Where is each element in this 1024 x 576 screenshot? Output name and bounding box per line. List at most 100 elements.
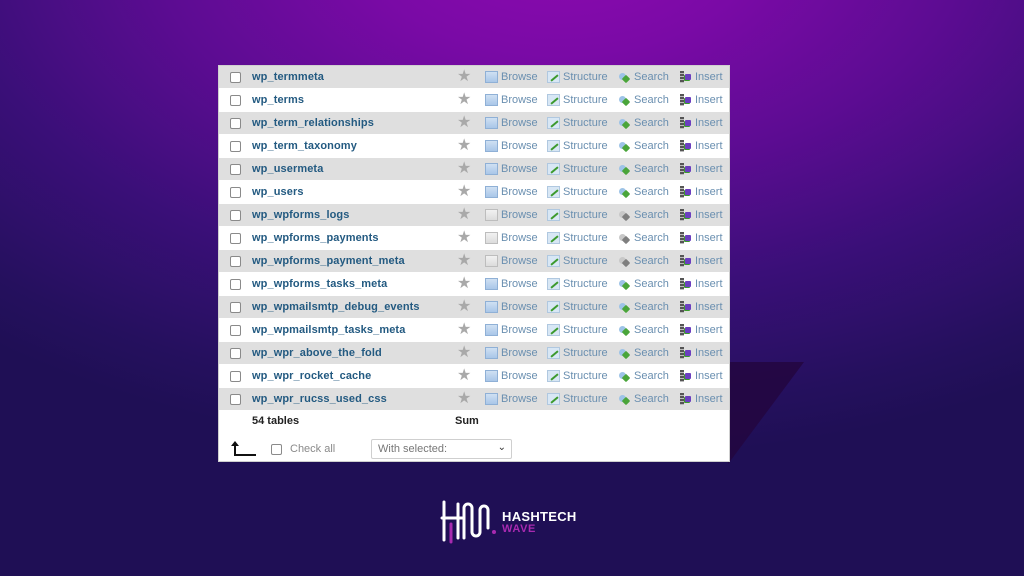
insert-link[interactable]: Insert xyxy=(679,209,723,221)
structure-link[interactable]: Structure xyxy=(547,278,608,290)
row-checkbox[interactable] xyxy=(230,164,241,175)
insert-link[interactable]: Insert xyxy=(679,232,723,244)
browse-link[interactable]: Browse xyxy=(485,140,538,152)
search-link[interactable]: Search xyxy=(618,393,669,405)
table-name-link[interactable]: wp_term_relationships xyxy=(252,117,374,129)
check-all-label[interactable]: Check all xyxy=(290,443,335,455)
star-icon[interactable]: ★ xyxy=(457,322,471,338)
star-icon[interactable]: ★ xyxy=(457,276,471,292)
structure-link[interactable]: Structure xyxy=(547,324,608,336)
star-icon[interactable]: ★ xyxy=(457,138,471,154)
browse-link[interactable]: Browse xyxy=(485,209,538,221)
table-name-link[interactable]: wp_wpmailsmtp_debug_events xyxy=(252,301,420,313)
browse-link[interactable]: Browse xyxy=(485,370,538,382)
structure-link[interactable]: Structure xyxy=(547,186,608,198)
star-icon[interactable]: ★ xyxy=(457,115,471,131)
insert-link[interactable]: Insert xyxy=(679,186,723,198)
row-checkbox[interactable] xyxy=(230,187,241,198)
structure-link[interactable]: Structure xyxy=(547,301,608,313)
structure-link[interactable]: Structure xyxy=(547,255,608,267)
row-checkbox[interactable] xyxy=(230,371,241,382)
insert-link[interactable]: Insert xyxy=(679,94,723,106)
structure-link[interactable]: Structure xyxy=(547,393,608,405)
star-icon[interactable]: ★ xyxy=(457,161,471,177)
structure-link[interactable]: Structure xyxy=(547,209,608,221)
star-icon[interactable]: ★ xyxy=(457,184,471,200)
insert-link[interactable]: Insert xyxy=(679,117,723,129)
row-checkbox[interactable] xyxy=(230,256,241,267)
browse-link[interactable]: Browse xyxy=(485,71,538,83)
insert-link[interactable]: Insert xyxy=(679,140,723,152)
browse-link[interactable]: Browse xyxy=(485,347,538,359)
insert-link[interactable]: Insert xyxy=(679,255,723,267)
table-name-link[interactable]: wp_wpforms_logs xyxy=(252,209,349,221)
search-link[interactable]: Search xyxy=(618,278,669,290)
table-name-link[interactable]: wp_usermeta xyxy=(252,163,323,175)
search-link[interactable]: Search xyxy=(618,94,669,106)
insert-link[interactable]: Insert xyxy=(679,324,723,336)
browse-link[interactable]: Browse xyxy=(485,324,538,336)
search-link[interactable]: Search xyxy=(618,347,669,359)
search-link[interactable]: Search xyxy=(618,117,669,129)
row-checkbox[interactable] xyxy=(230,279,241,290)
star-icon[interactable]: ★ xyxy=(457,299,471,315)
row-checkbox[interactable] xyxy=(230,348,241,359)
table-name-link[interactable]: wp_term_taxonomy xyxy=(252,140,357,152)
browse-link[interactable]: Browse xyxy=(485,393,538,405)
insert-link[interactable]: Insert xyxy=(679,301,723,313)
insert-link[interactable]: Insert xyxy=(679,370,723,382)
table-name-link[interactable]: wp_wpr_rucss_used_css xyxy=(252,393,387,405)
row-checkbox[interactable] xyxy=(230,141,241,152)
row-checkbox[interactable] xyxy=(230,72,241,83)
browse-link[interactable]: Browse xyxy=(485,163,538,175)
insert-link[interactable]: Insert xyxy=(679,278,723,290)
search-link[interactable]: Search xyxy=(618,324,669,336)
search-link[interactable]: Search xyxy=(618,301,669,313)
browse-link[interactable]: Browse xyxy=(485,278,538,290)
search-link[interactable]: Search xyxy=(618,232,669,244)
search-link[interactable]: Search xyxy=(618,140,669,152)
star-icon[interactable]: ★ xyxy=(457,391,471,407)
star-icon[interactable]: ★ xyxy=(457,253,471,269)
table-name-link[interactable]: wp_wpforms_payments xyxy=(252,232,379,244)
table-name-link[interactable]: wp_wpforms_payment_meta xyxy=(252,255,405,267)
star-icon[interactable]: ★ xyxy=(457,207,471,223)
row-checkbox[interactable] xyxy=(230,325,241,336)
structure-link[interactable]: Structure xyxy=(547,71,608,83)
table-name-link[interactable]: wp_termmeta xyxy=(252,71,324,83)
search-link[interactable]: Search xyxy=(618,370,669,382)
table-name-link[interactable]: wp_wpr_above_the_fold xyxy=(252,347,382,359)
star-icon[interactable]: ★ xyxy=(457,92,471,108)
browse-link[interactable]: Browse xyxy=(485,186,538,198)
search-link[interactable]: Search xyxy=(618,163,669,175)
table-name-link[interactable]: wp_wpforms_tasks_meta xyxy=(252,278,387,290)
browse-link[interactable]: Browse xyxy=(485,94,538,106)
row-checkbox[interactable] xyxy=(230,302,241,313)
search-link[interactable]: Search xyxy=(618,255,669,267)
structure-link[interactable]: Structure xyxy=(547,370,608,382)
structure-link[interactable]: Structure xyxy=(547,117,608,129)
browse-link[interactable]: Browse xyxy=(485,117,538,129)
row-checkbox[interactable] xyxy=(230,394,241,405)
search-link[interactable]: Search xyxy=(618,209,669,221)
structure-link[interactable]: Structure xyxy=(547,140,608,152)
table-name-link[interactable]: wp_wpr_rocket_cache xyxy=(252,370,371,382)
row-checkbox[interactable] xyxy=(230,233,241,244)
structure-link[interactable]: Structure xyxy=(547,232,608,244)
search-link[interactable]: Search xyxy=(618,71,669,83)
table-name-link[interactable]: wp_wpmailsmtp_tasks_meta xyxy=(252,324,405,336)
row-checkbox[interactable] xyxy=(230,95,241,106)
insert-link[interactable]: Insert xyxy=(679,393,723,405)
structure-link[interactable]: Structure xyxy=(547,347,608,359)
check-all-checkbox[interactable] xyxy=(271,444,282,455)
insert-link[interactable]: Insert xyxy=(679,347,723,359)
row-checkbox[interactable] xyxy=(230,118,241,129)
star-icon[interactable]: ★ xyxy=(457,368,471,384)
row-checkbox[interactable] xyxy=(230,210,241,221)
star-icon[interactable]: ★ xyxy=(457,345,471,361)
structure-link[interactable]: Structure xyxy=(547,163,608,175)
star-icon[interactable]: ★ xyxy=(457,69,471,85)
browse-link[interactable]: Browse xyxy=(485,232,538,244)
insert-link[interactable]: Insert xyxy=(679,163,723,175)
browse-link[interactable]: Browse xyxy=(485,301,538,313)
